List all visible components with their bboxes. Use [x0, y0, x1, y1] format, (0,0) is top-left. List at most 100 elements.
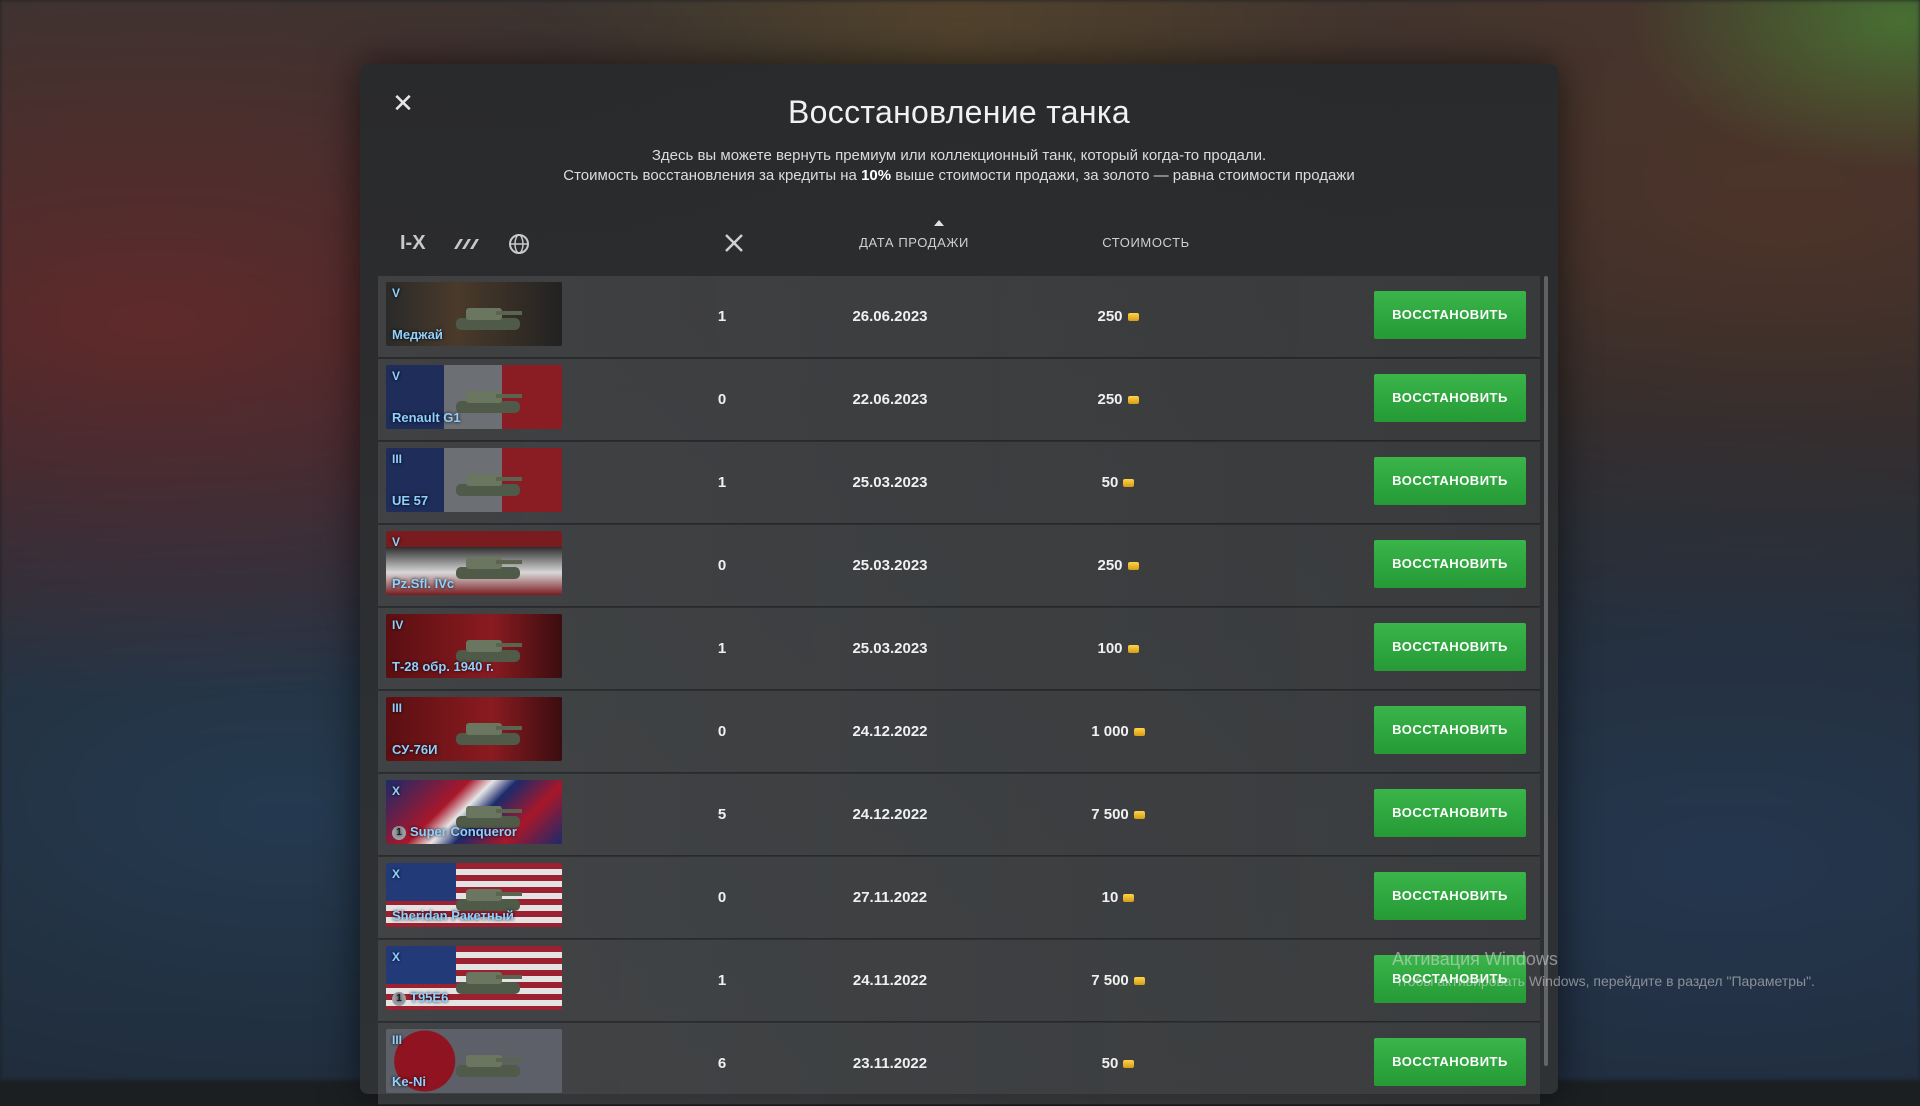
restore-price: 50 [1038, 442, 1198, 523]
tank-name-text: Pz.Sfl. IVc [392, 576, 455, 591]
gold-icon [1127, 645, 1139, 654]
tank-icon [456, 723, 522, 745]
tank-thumbnail: X 1 T95E6 [386, 946, 562, 1010]
tank-icon [456, 474, 522, 496]
restore-price: 250 [1038, 359, 1198, 440]
tank-list: V Меджай 1 26.06.2023 250 ВОССТАНОВИТЬ V… [378, 276, 1540, 1106]
filter-bar: I-X [400, 232, 530, 255]
tank-name-text: Т-28 обр. 1940 г. [392, 659, 494, 674]
tank-name: Ke-Ni [392, 1074, 426, 1089]
tank-tier: V [392, 369, 401, 383]
restore-button[interactable]: ВОССТАНОВИТЬ [1374, 291, 1526, 339]
tank-name: Меджай [392, 327, 443, 342]
gold-icon [1133, 728, 1145, 737]
gold-icon [1127, 562, 1139, 571]
battles-count: 0 [717, 723, 727, 740]
battles-count: 6 [717, 1055, 727, 1072]
tank-name: Pz.Sfl. IVc [392, 576, 454, 591]
restore-button[interactable]: ВОССТАНОВИТЬ [1374, 1038, 1526, 1086]
restore-tank-dialog: ✕ Восстановление танка Здесь вы можете в… [360, 64, 1558, 1105]
gold-icon [1133, 977, 1145, 986]
restore-button[interactable]: ВОССТАНОВИТЬ [1374, 540, 1526, 588]
tank-name: 1 Super Conqueror [392, 824, 517, 840]
battles-count: 1 [717, 640, 727, 657]
tank-name-text: Sheridan Ракетный [392, 908, 514, 923]
tank-row: V Pz.Sfl. IVc 0 25.03.2023 250 ВОССТАНОВ… [378, 525, 1540, 607]
battles-count: 1 [717, 308, 727, 325]
restore-button[interactable]: ВОССТАНОВИТЬ [1374, 623, 1526, 671]
tank-row: X Sheridan Ракетный 0 27.11.2022 10 ВОСС… [378, 857, 1540, 939]
tank-row: V Renault G1 0 22.06.2023 250 ВОССТАНОВИ… [378, 359, 1540, 441]
restore-button[interactable]: ВОССТАНОВИТЬ [1374, 374, 1526, 422]
tank-tier: V [392, 535, 401, 549]
globe-icon[interactable] [508, 233, 530, 255]
dialog-description: Здесь вы можете вернуть премиум или колл… [360, 146, 1558, 186]
tank-row: III Ke-Ni 6 23.11.2022 50 ВОССТАНОВИТЬ [378, 1023, 1540, 1105]
tank-tier: III [392, 701, 403, 715]
gold-icon [1127, 396, 1139, 405]
restore-price: 7 500 [1038, 774, 1198, 855]
crossed-swords-icon[interactable] [722, 231, 746, 255]
gold-icon [1123, 479, 1135, 488]
tank-name: UE 57 [392, 493, 428, 508]
column-price[interactable]: СТОИМОСТЬ [1076, 235, 1216, 250]
battles-count: 0 [717, 391, 727, 408]
watermark-title: Активация Windows [1392, 949, 1558, 969]
tank-icon [456, 972, 522, 994]
restore-price: 7 500 [1038, 940, 1198, 1021]
sale-date: 24.11.2022 [852, 972, 928, 989]
tank-row: III СУ-76И 0 24.12.2022 1 000 ВОССТАНОВИ… [378, 691, 1540, 773]
tier-filter[interactable]: I-X [400, 232, 426, 255]
tank-name-text: Ke-Ni [392, 1074, 426, 1089]
tank-thumbnail: III UE 57 [386, 448, 562, 512]
tank-icon [456, 391, 522, 413]
tank-name: Т-28 обр. 1940 г. [392, 659, 494, 674]
tank-tier: V [392, 286, 401, 300]
restore-button[interactable]: ВОССТАНОВИТЬ [1374, 789, 1526, 837]
sale-date: 25.03.2023 [852, 640, 928, 657]
tank-thumbnail: IV Т-28 обр. 1940 г. [386, 614, 562, 678]
mastery-badge: 1 [392, 826, 406, 840]
tank-tier: X [392, 950, 401, 964]
description-line-1: Здесь вы можете вернуть премиум или колл… [651, 147, 1267, 164]
sort-ascending-icon [934, 220, 944, 226]
tank-row: V Меджай 1 26.06.2023 250 ВОССТАНОВИТЬ [378, 276, 1540, 358]
tank-name-text: Super Conqueror [410, 824, 517, 840]
tank-name: 1 T95E6 [392, 990, 448, 1006]
mastery-badge: 1 [392, 992, 406, 1006]
tank-tier: X [392, 867, 401, 881]
column-sale-date[interactable]: ДАТА ПРОДАЖИ [844, 235, 984, 250]
restore-price: 100 [1038, 608, 1198, 689]
restore-price: 250 [1038, 525, 1198, 606]
restore-price: 10 [1038, 857, 1198, 938]
gold-icon [1123, 1060, 1135, 1069]
tank-name: Renault G1 [392, 410, 461, 425]
restore-button[interactable]: ВОССТАНОВИТЬ [1374, 706, 1526, 754]
sale-date: 25.03.2023 [852, 557, 928, 574]
tank-thumbnail: V Renault G1 [386, 365, 562, 429]
restore-price: 50 [1038, 1023, 1198, 1104]
sale-date: 24.12.2022 [852, 723, 928, 740]
restore-button[interactable]: ВОССТАНОВИТЬ [1374, 457, 1526, 505]
battles-count: 0 [717, 557, 727, 574]
tank-thumbnail: III Ke-Ni [386, 1029, 562, 1093]
gold-icon [1127, 313, 1139, 322]
tank-tier: III [392, 1033, 403, 1047]
tank-thumbnail: V Меджай [386, 282, 562, 346]
dialog-title: Восстановление танка [788, 94, 1130, 130]
tank-row: III UE 57 1 25.03.2023 50 ВОССТАНОВИТЬ [378, 442, 1540, 524]
vehicle-type-icon[interactable] [452, 235, 482, 253]
tank-icon [456, 308, 522, 330]
tank-tier: X [392, 784, 401, 798]
tank-name-text: Меджай [392, 327, 443, 342]
tank-thumbnail: X Sheridan Ракетный [386, 863, 562, 927]
sale-date: 23.11.2022 [852, 1055, 928, 1072]
battles-count: 5 [717, 806, 727, 823]
tank-name-text: СУ-76И [392, 742, 438, 757]
tank-thumbnail: V Pz.Sfl. IVc [386, 531, 562, 595]
sale-date: 26.06.2023 [852, 308, 928, 325]
tank-name-text: T95E6 [410, 990, 449, 1006]
restore-price: 1 000 [1038, 691, 1198, 772]
restore-button[interactable]: ВОССТАНОВИТЬ [1374, 872, 1526, 920]
sale-date: 24.12.2022 [852, 806, 928, 823]
